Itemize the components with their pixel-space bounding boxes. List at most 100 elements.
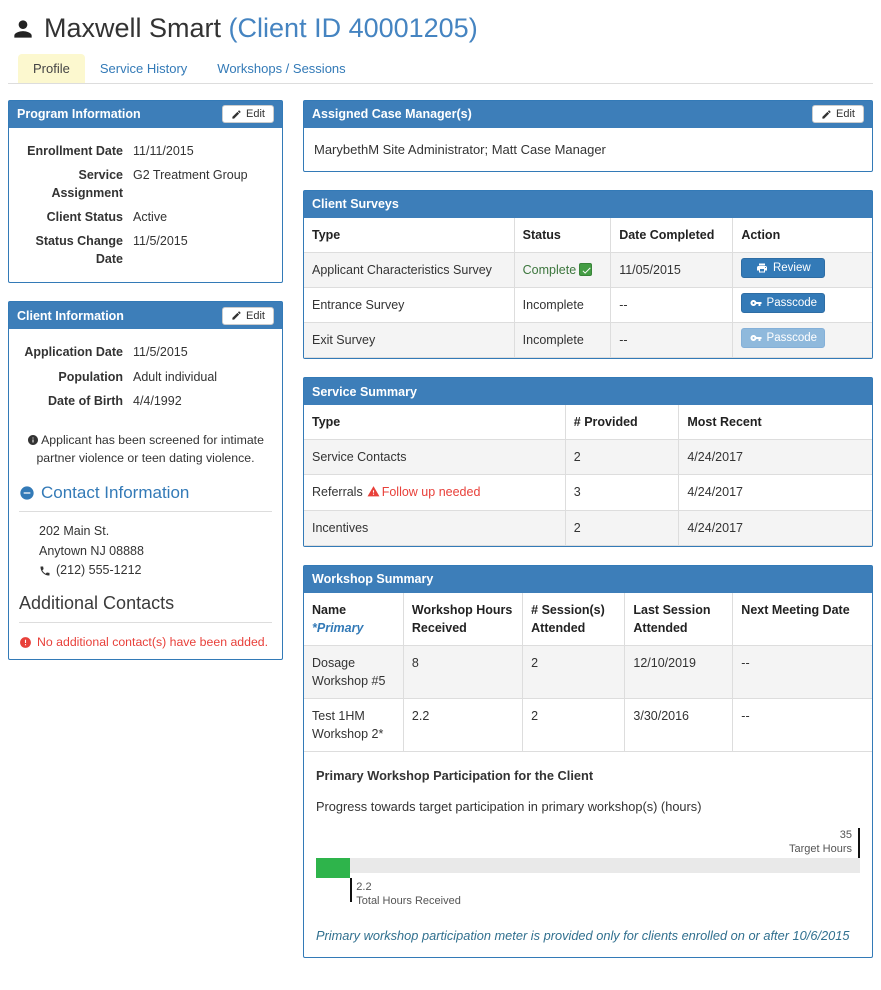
key-icon xyxy=(750,335,762,342)
table-header-row: Name *Primary Workshop Hours Received # S… xyxy=(304,592,872,646)
client-surveys-header: Client Surveys xyxy=(304,190,872,218)
table-row: Dosage Workshop #5 8 2 12/10/2019 -- xyxy=(304,644,872,700)
panel-title: Workshop Summary xyxy=(312,572,434,587)
action-cell: Review xyxy=(732,251,872,288)
user-icon xyxy=(10,16,36,42)
referrals-cell: Referrals Follow up needed xyxy=(304,474,566,511)
table-row: Incentives 2 4/24/2017 xyxy=(304,509,872,546)
contact-information-toggle[interactable]: Contact Information xyxy=(19,477,272,509)
service-summary-table: Type # Provided Most Recent Service Cont… xyxy=(304,405,872,546)
field-row: Service Assignment G2 Treatment Group xyxy=(51,167,248,200)
received-tick xyxy=(350,878,353,903)
passcode-button-disabled[interactable]: Passcode xyxy=(741,328,826,349)
field-row: Application Date 11/5/2015 xyxy=(24,345,188,360)
case-managers-panel: Assigned Case Manager(s) Edit MarybethM … xyxy=(303,99,873,172)
pencil-icon xyxy=(232,311,241,321)
tab-workshops-sessions[interactable]: Workshops / Sessions xyxy=(202,54,360,83)
case-managers-edit-button[interactable]: Edit xyxy=(812,105,864,124)
client-information-edit-button[interactable]: Edit xyxy=(222,306,274,325)
tab-service-history[interactable]: Service History xyxy=(85,54,202,83)
program-information-body: Enrollment Date 11/11/2015 Service Assig… xyxy=(9,128,282,283)
meter-subheading: Progress towards target participation in… xyxy=(316,799,702,815)
client-surveys-table: Type Status Date Completed Action Applic… xyxy=(304,217,872,359)
collapse-minus-icon xyxy=(20,486,34,501)
page-header: Maxwell Smart (Client ID 40001205) xyxy=(8,8,873,54)
program-information-header: Program Information Edit xyxy=(9,100,282,128)
received-labels: 2.2 Total Hours Received xyxy=(356,880,461,908)
client-information-header: Client Information Edit xyxy=(9,302,282,330)
client-profile-page: Maxwell Smart (Client ID 40001205) Profi… xyxy=(0,0,881,990)
action-cell: Passcode xyxy=(732,286,872,324)
field-row: Date of Birth 4/4/1992 xyxy=(48,393,182,408)
field-row: Client Status Active xyxy=(46,210,168,225)
pencil-icon xyxy=(232,110,241,119)
page-title: Maxwell Smart (Client ID 40001205) xyxy=(44,13,478,44)
divider xyxy=(19,511,272,513)
name-header: Name *Primary xyxy=(304,592,404,646)
table-row: Referrals Follow up needed 3 4/24/2017 xyxy=(304,474,872,511)
case-managers-header: Assigned Case Manager(s) Edit xyxy=(304,100,872,128)
panel-title: Program Information xyxy=(17,107,141,122)
table-row: Service Contacts 2 4/24/2017 xyxy=(304,439,872,476)
error-circle-icon xyxy=(20,636,31,648)
table-row: Exit Survey Incomplete -- Passcode xyxy=(304,322,872,359)
target-label: Target Hours xyxy=(789,843,852,856)
additional-contacts-title: Additional Contacts xyxy=(19,592,175,613)
review-button[interactable]: Review xyxy=(741,257,826,278)
service-summary-header: Service Summary xyxy=(304,378,872,406)
panel-title: Client Surveys xyxy=(312,197,399,212)
service-summary-panel: Service Summary Type # Provided Most Rec… xyxy=(303,377,873,547)
case-managers-value: MarybethM Site Administrator; Matt Case … xyxy=(314,141,606,157)
pencil-icon xyxy=(822,110,831,119)
client-surveys-panel: Client Surveys Type Status Date Complete… xyxy=(303,189,873,360)
meter-note: Primary workshop participation meter is … xyxy=(316,928,850,944)
screening-note: Applicant has been screened for intimate… xyxy=(9,424,282,472)
info-icon xyxy=(28,434,39,445)
phone-line: (212) 555-1212 xyxy=(39,561,272,580)
program-information-edit-button[interactable]: Edit xyxy=(222,105,274,124)
address-line-1: 202 Main St. xyxy=(39,524,110,539)
divider xyxy=(19,621,272,623)
client-id: (Client ID 40001205) xyxy=(228,13,478,43)
target-labels: 35 Target Hours xyxy=(789,828,852,856)
key-icon xyxy=(750,299,762,306)
client-information-body: Application Date 11/5/2015 Population Ad… xyxy=(9,329,282,423)
warning-triangle-icon xyxy=(367,486,380,497)
panel-title: Client Information xyxy=(17,308,124,323)
client-name: Maxwell Smart xyxy=(44,13,222,43)
workshop-summary-header: Workshop Summary xyxy=(304,565,872,593)
passcode-button[interactable]: Passcode xyxy=(741,292,826,313)
target-value: 35 xyxy=(839,829,852,842)
workshop-summary-panel: Workshop Summary Name *Primary Workshop H… xyxy=(303,564,873,959)
table-header-row: Type # Provided Most Recent xyxy=(304,405,872,441)
meter-fill xyxy=(316,858,351,879)
contact-section: Contact Information 202 Main St. Anytown… xyxy=(9,471,282,658)
participation-meter: 35 Target Hours 2.2 Total Hours Received xyxy=(316,828,860,914)
tab-bar: Profile Service History Workshops / Sess… xyxy=(8,53,873,84)
table-row: Test 1HM Workshop 2* 2.2 2 3/30/2016 -- xyxy=(304,698,872,752)
survey-status: Complete xyxy=(513,251,612,288)
program-information-panel: Program Information Edit Enrollment Date… xyxy=(8,99,283,284)
panel-title: Service Summary xyxy=(312,384,417,399)
client-address: 202 Main St. Anytown NJ 08888 (212) 555-… xyxy=(39,522,272,580)
field-row: Status Change Date 11/5/2015 xyxy=(35,234,188,267)
phone-number: (212) 555-1212 xyxy=(56,563,142,578)
tab-profile[interactable]: Profile xyxy=(18,53,85,83)
table-row: Entrance Survey Incomplete -- Passcode xyxy=(304,286,872,324)
participation-meter-section: Primary Workshop Participation for the C… xyxy=(304,752,872,957)
primary-note: *Primary xyxy=(312,620,364,635)
print-icon xyxy=(756,263,767,273)
table-row: Applicant Characteristics Survey Complet… xyxy=(304,251,872,288)
action-cell: Passcode xyxy=(732,322,872,359)
workshop-summary-table: Name *Primary Workshop Hours Received # S… xyxy=(304,592,872,753)
meter-heading: Primary Workshop Participation for the C… xyxy=(316,768,594,784)
received-value: 2.2 xyxy=(356,881,372,894)
received-label: Total Hours Received xyxy=(356,895,461,908)
phone-icon xyxy=(40,566,50,576)
check-icon xyxy=(579,262,593,276)
client-information-panel: Client Information Edit Application Date… xyxy=(8,301,283,660)
table-header-row: Type Status Date Completed Action xyxy=(304,217,872,253)
field-row: Population Adult individual xyxy=(58,369,218,384)
no-contacts-message: No additional contact(s) have been added… xyxy=(19,633,272,649)
follow-up-flag: Follow up needed xyxy=(367,485,480,499)
